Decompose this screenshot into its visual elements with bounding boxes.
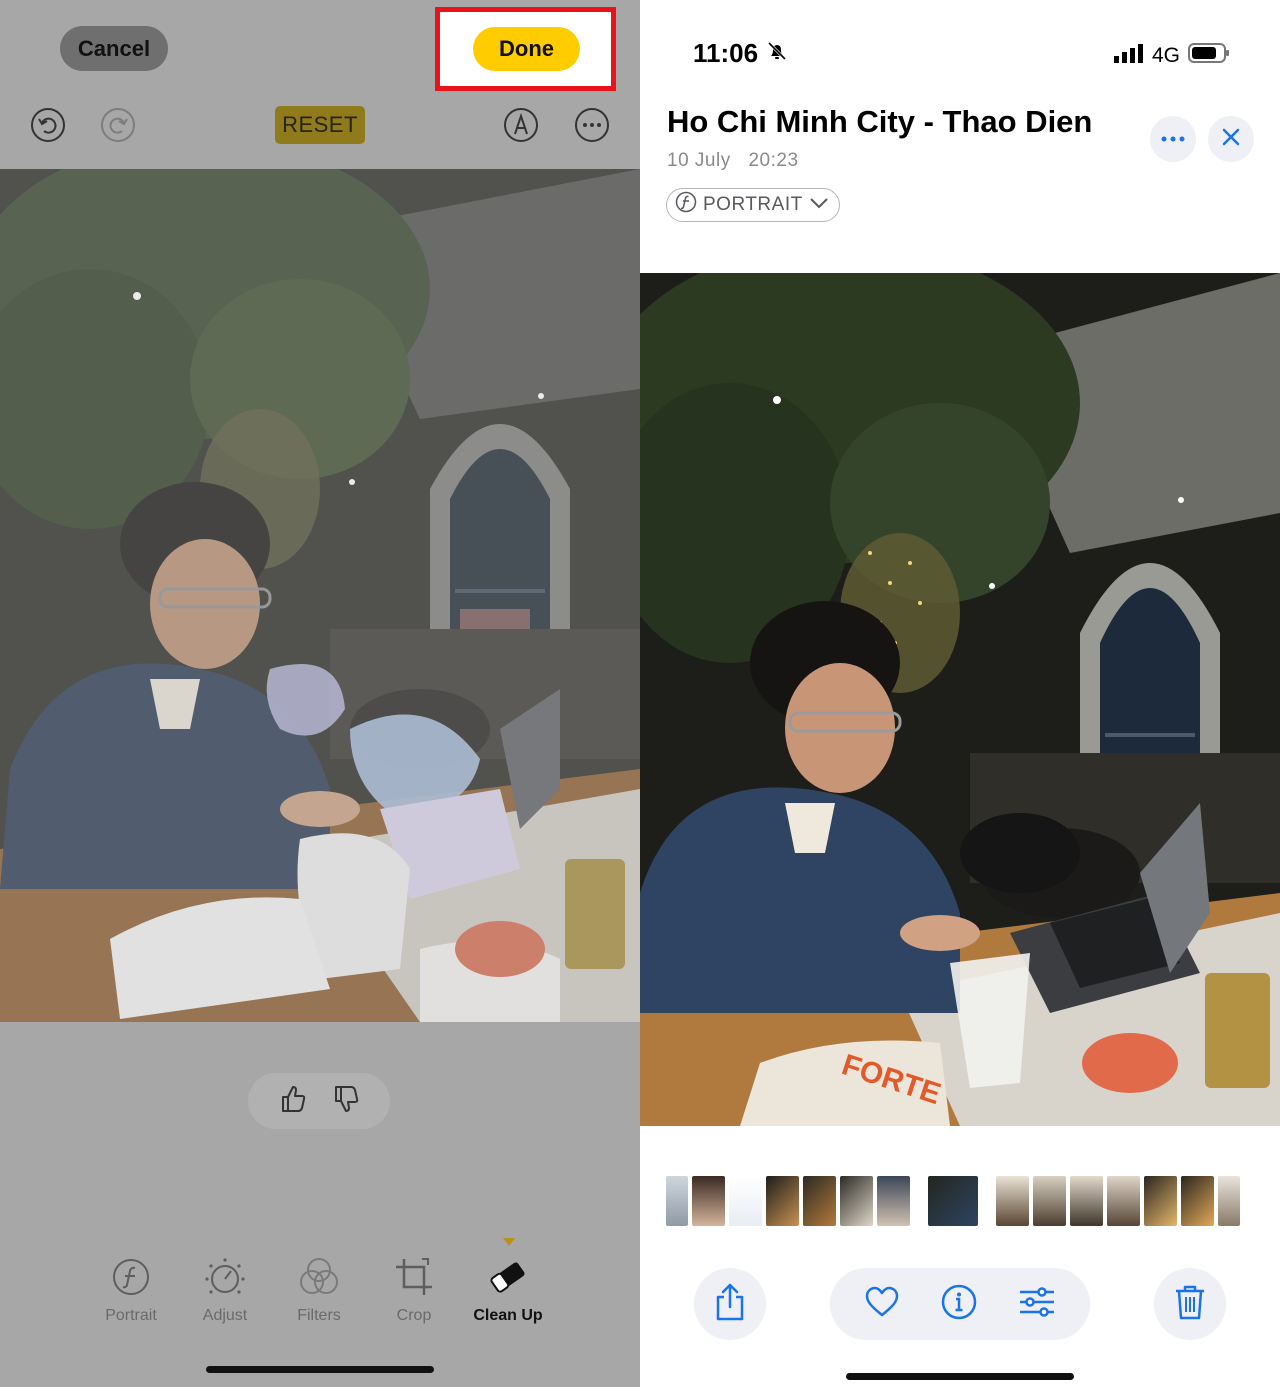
thumbs-up-icon[interactable] [277, 1083, 309, 1120]
crop-icon [392, 1255, 436, 1299]
undo-icon[interactable] [30, 107, 66, 143]
tab-portrait-label: Portrait [105, 1307, 157, 1324]
thumbnail[interactable] [877, 1176, 910, 1226]
redo-icon[interactable] [100, 107, 136, 143]
cancel-button[interactable]: Cancel [60, 26, 168, 71]
more-options-icon[interactable] [574, 107, 610, 143]
thumbnail[interactable] [1181, 1176, 1214, 1226]
eraser-icon [486, 1255, 530, 1299]
chevron-down-icon [809, 194, 829, 216]
status-time: 11:06 [693, 38, 788, 69]
photo-title: Ho Chi Minh City - Thao Dien [667, 104, 1093, 139]
done-button[interactable]: Done [473, 27, 580, 71]
thumbnail[interactable] [1070, 1176, 1103, 1226]
main-photo[interactable]: FORTE [640, 273, 1280, 1126]
tab-adjust[interactable]: Adjust [180, 1255, 270, 1325]
portrait-mode-dropdown[interactable]: PORTRAIT [666, 188, 840, 222]
portrait-mode-label: PORTRAIT [703, 194, 803, 215]
thumbnail[interactable] [1218, 1176, 1240, 1226]
tab-clean-up[interactable]: Clean Up [463, 1255, 553, 1325]
active-tab-marker [503, 1238, 515, 1246]
home-indicator [846, 1373, 1074, 1380]
more-button[interactable] [1150, 116, 1196, 162]
thumbnail[interactable] [840, 1176, 873, 1226]
delete-button[interactable] [1154, 1268, 1226, 1340]
tab-portrait[interactable]: Portrait [86, 1255, 176, 1325]
cellular-signal-icon [1113, 43, 1144, 69]
battery-icon [1188, 42, 1230, 70]
portrait-f-icon [675, 191, 697, 219]
thumbnail[interactable] [1107, 1176, 1140, 1226]
thumbnail[interactable] [666, 1176, 688, 1226]
photo-date: 10 July [667, 150, 731, 171]
status-indicators: 4G [1113, 42, 1230, 70]
thumbnail[interactable] [1144, 1176, 1177, 1226]
photo-time: 20:23 [748, 150, 799, 171]
markup-pen-icon[interactable] [503, 107, 539, 143]
close-button[interactable] [1208, 116, 1254, 162]
info-icon[interactable] [941, 1284, 977, 1325]
portrait-f-icon [109, 1255, 153, 1299]
thumbnail[interactable] [996, 1176, 1029, 1226]
tab-clean-up-label: Clean Up [473, 1307, 543, 1324]
thumbnail[interactable] [766, 1176, 799, 1226]
photo-actions-group [830, 1268, 1090, 1340]
thumbnail-strip [666, 1176, 1240, 1226]
edit-view-panel: Cancel Done RESET Portrait Adjust Filter… [0, 0, 640, 1387]
status-time-text: 11:06 [693, 38, 759, 68]
adjust-dial-icon [203, 1255, 247, 1299]
tab-crop[interactable]: Crop [369, 1255, 459, 1325]
thumbnail[interactable] [692, 1176, 725, 1226]
share-icon [713, 1283, 747, 1326]
tab-filters-label: Filters [297, 1307, 341, 1324]
filters-circles-icon [297, 1255, 341, 1299]
tab-filters[interactable]: Filters [274, 1255, 364, 1325]
thumbnail[interactable] [803, 1176, 836, 1226]
thumbnail[interactable] [729, 1176, 762, 1226]
tab-crop-label: Crop [396, 1307, 432, 1324]
favorite-heart-icon[interactable] [864, 1286, 900, 1323]
network-type: 4G [1151, 44, 1180, 67]
edited-photo[interactable] [0, 169, 640, 1022]
photo-detail-panel: 11:06 4G Ho Chi Minh City - Thao Dien 10… [640, 0, 1280, 1387]
edit-sliders-icon[interactable] [1018, 1286, 1056, 1323]
photo-datetime: 10 July 20:23 [667, 150, 811, 172]
trash-icon [1174, 1284, 1206, 1325]
ellipsis-icon [1160, 130, 1186, 148]
thumbnail[interactable] [1033, 1176, 1066, 1226]
feedback-rating [248, 1073, 390, 1129]
share-button[interactable] [694, 1268, 766, 1340]
thumbnail-current[interactable] [928, 1176, 978, 1226]
home-indicator [206, 1366, 434, 1373]
close-icon [1221, 127, 1241, 152]
silent-bell-icon [766, 38, 788, 69]
tab-adjust-label: Adjust [202, 1307, 248, 1324]
thumbs-down-icon[interactable] [330, 1083, 362, 1120]
reset-button[interactable]: RESET [275, 106, 365, 144]
